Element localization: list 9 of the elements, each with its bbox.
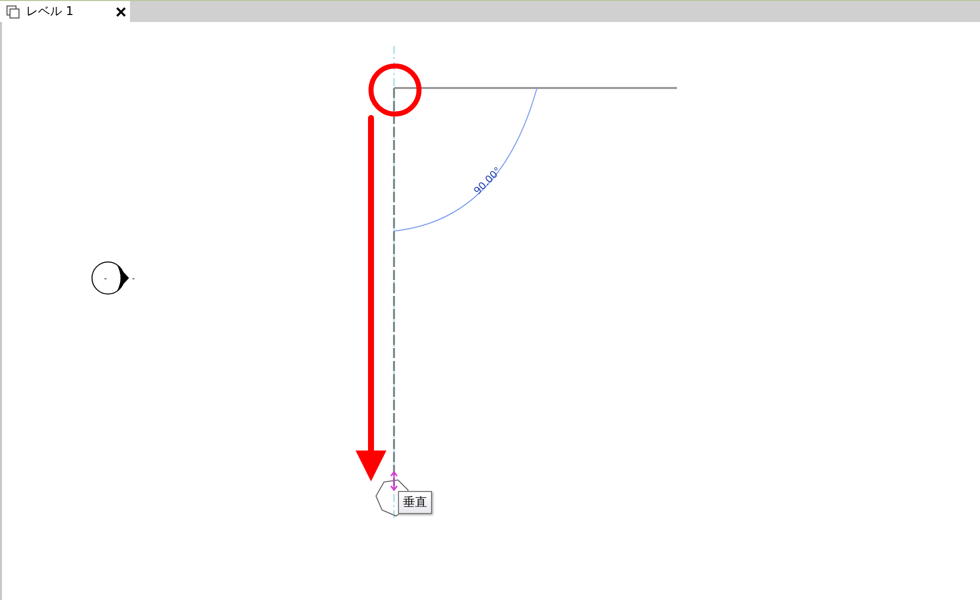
marker-tail-label: - <box>132 274 135 283</box>
marker-label: - <box>104 274 107 283</box>
view-tab[interactable]: レベル 1 <box>0 1 130 22</box>
vertical-snap-icon <box>390 470 398 492</box>
elevation-marker <box>92 262 129 294</box>
floor-plan-icon <box>6 4 20 18</box>
close-icon[interactable] <box>116 6 126 16</box>
highlight-circle <box>368 64 422 116</box>
snap-tooltip: 垂直 <box>398 491 432 514</box>
